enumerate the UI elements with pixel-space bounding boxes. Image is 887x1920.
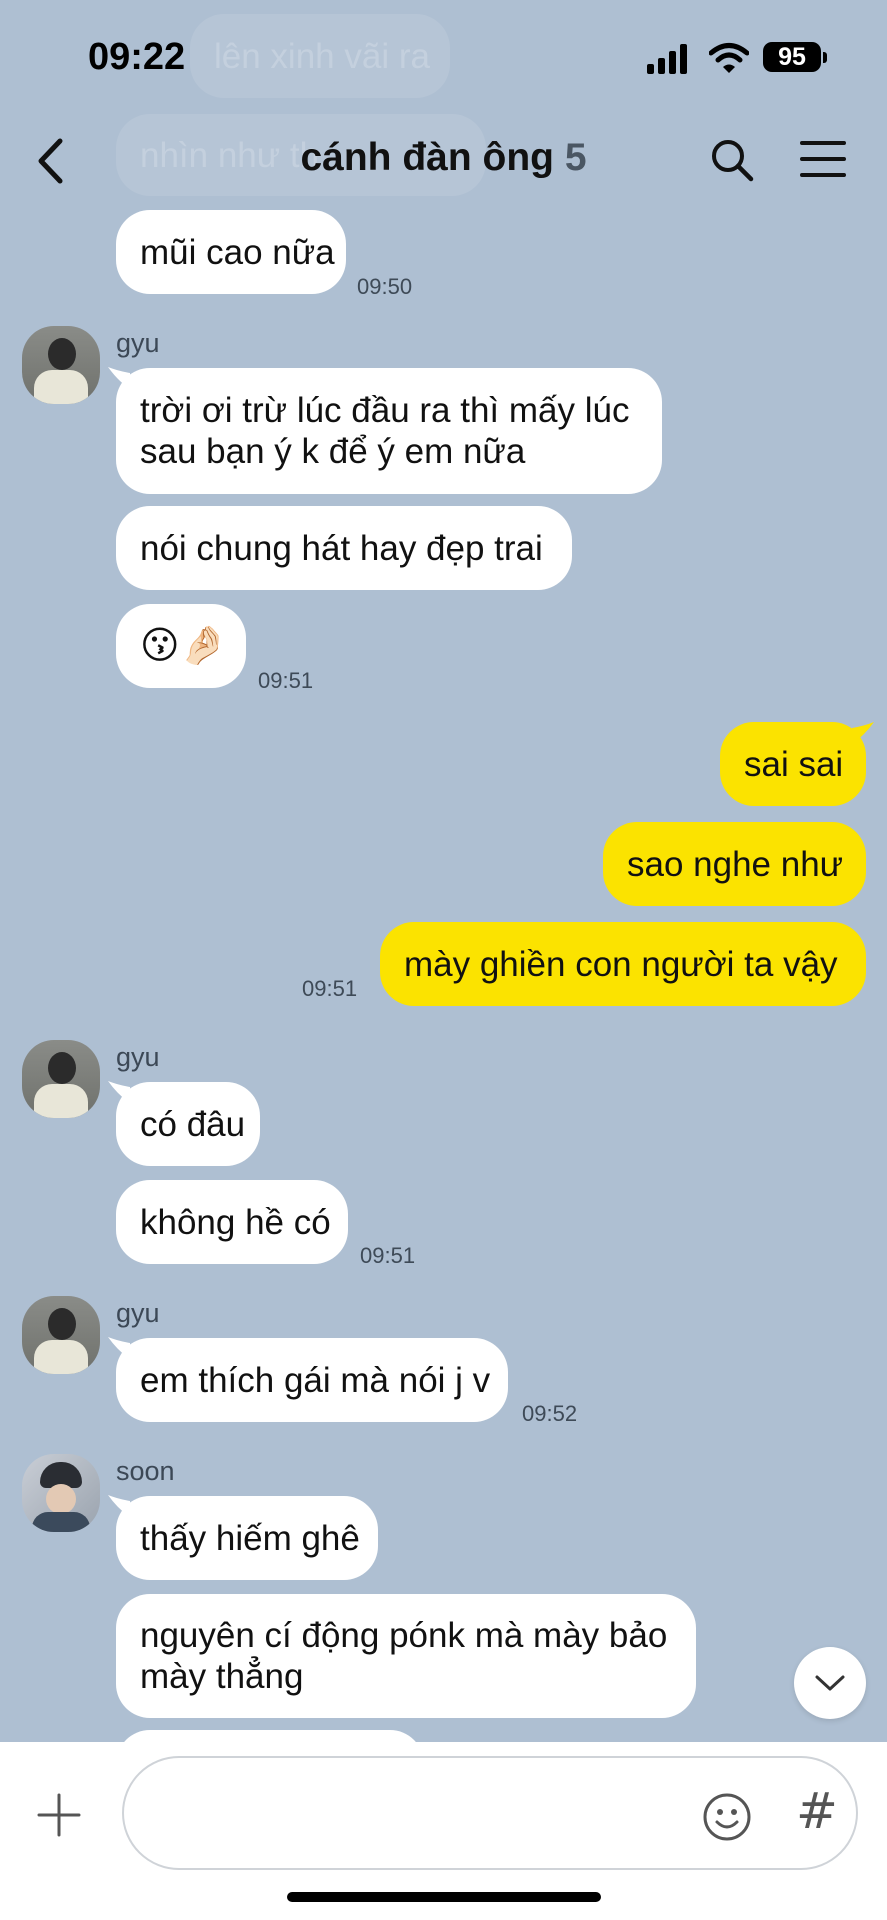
chevron-down-icon <box>815 1675 845 1691</box>
avatar-gyu[interactable] <box>22 326 100 404</box>
message-text: em thích gái mà nói j v <box>140 1360 491 1400</box>
message-text: có đâu <box>140 1104 246 1144</box>
my-message-bubble[interactable]: mày ghiền con người ta vậy <box>380 922 866 1006</box>
message-time: 09:50 <box>357 274 413 299</box>
message-bubble[interactable]: thấy hiếm ghê <box>116 1496 378 1580</box>
avatar-shirt <box>34 1340 88 1374</box>
ghost-message-text: lên xinh vãi ra <box>214 36 430 76</box>
message-text: mày ghiền con người ta vậy <box>404 944 838 984</box>
message-bubble[interactable]: không hề có <box>116 1180 348 1264</box>
sender-name: gyu <box>116 328 160 358</box>
hash-icon[interactable]: # <box>796 1782 838 1840</box>
avatar-face <box>48 1052 76 1084</box>
battery-level: 95 <box>778 42 806 71</box>
battery-icon: 95 <box>763 42 821 72</box>
emoji-icon[interactable] <box>702 1792 752 1842</box>
group-name: cánh đàn ông <box>300 136 554 179</box>
message-emoji: 😗🤌🏻 <box>140 624 227 667</box>
message-time: 09:51 <box>360 1243 416 1268</box>
message-line: nguyên cí động pónk mà mày bảo <box>140 1616 668 1655</box>
message-line: mày thẳng <box>140 1657 304 1696</box>
message-bubble[interactable]: 😗🤌🏻 <box>116 604 246 688</box>
battery-cap <box>823 52 827 63</box>
avatar-shirt <box>34 1084 88 1118</box>
avatar-shirt <box>32 1512 90 1532</box>
message-bubble[interactable]: mũi cao nữa <box>116 210 346 294</box>
my-message-bubble[interactable]: sao nghe như <box>603 822 866 906</box>
message-text: không hề có <box>140 1202 331 1242</box>
wifi-icon <box>709 43 749 73</box>
message-time: 09:52 <box>522 1401 578 1426</box>
avatar-gyu[interactable] <box>22 1040 100 1118</box>
message-text: nói chung hát hay đẹp trai <box>140 528 543 568</box>
menu-icon[interactable] <box>800 140 846 178</box>
avatar-face <box>48 1308 76 1340</box>
avatar-gyu[interactable] <box>22 1296 100 1374</box>
message-bubble[interactable]: có đâu <box>116 1082 260 1166</box>
sender-name: soon <box>116 1456 175 1486</box>
sender-name: gyu <box>116 1298 160 1328</box>
message-input[interactable] <box>150 1788 694 1840</box>
message-bubble[interactable]: nói chung hát hay đẹp trai <box>116 506 572 590</box>
message-bubble[interactable]: em thích gái mà nói j v <box>116 1338 508 1422</box>
message-line: trời ơi trừ lúc đầu ra thì mấy lúc <box>140 391 630 430</box>
message-bubble[interactable]: nguyên cí động pónk mà mày bảo mày thẳng <box>116 1594 696 1718</box>
my-message-bubble[interactable]: sai sai <box>720 722 866 806</box>
member-count: 5 <box>564 136 587 179</box>
status-time: 09:22 <box>88 36 186 78</box>
search-icon[interactable] <box>710 138 754 182</box>
message-text: mũi cao nữa <box>140 232 335 272</box>
message-line: sau bạn ý k để ý em nữa <box>140 432 526 471</box>
input-bar: # <box>0 1742 887 1920</box>
message-text: sai sai <box>744 744 844 784</box>
scroll-down-button[interactable] <box>794 1647 866 1719</box>
message-text: sao nghe như <box>627 844 844 884</box>
avatar-face <box>46 1484 76 1514</box>
avatar-soon[interactable] <box>22 1454 100 1532</box>
message-bubble[interactable]: trời ơi trừ lúc đầu ra thì mấy lúc sau b… <box>116 368 662 494</box>
avatar-face <box>48 338 76 370</box>
plus-icon[interactable] <box>36 1792 82 1838</box>
signal-icon <box>647 44 687 74</box>
home-indicator <box>287 1892 601 1902</box>
message-text: thấy hiếm ghê <box>140 1518 360 1558</box>
message-time: 09:51 <box>302 976 358 1001</box>
message-time: 09:51 <box>258 668 314 693</box>
sender-name: gyu <box>116 1042 160 1072</box>
ghost-message: lên xinh vãi ra <box>190 14 450 98</box>
avatar-shirt <box>34 370 88 404</box>
chat-header: cánh đàn ông 5 <box>0 110 887 210</box>
